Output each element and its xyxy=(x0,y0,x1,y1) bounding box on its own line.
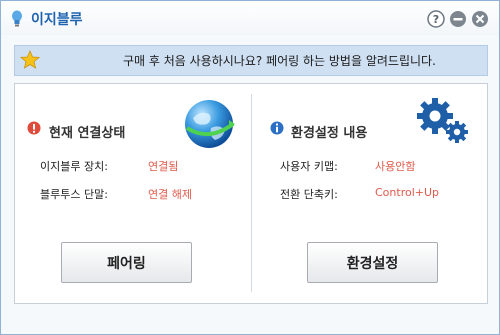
section-divider xyxy=(251,94,252,292)
svg-text:?: ? xyxy=(433,13,439,26)
status-panel: 현재 연결상태 이지블루 장치: 연결됨 블루투스 단말: 연결 해제 페어링 xyxy=(14,83,488,304)
bulb-icon xyxy=(12,10,22,27)
info-icon xyxy=(270,121,284,135)
help-icon[interactable]: ? xyxy=(427,10,445,28)
gear-icon xyxy=(417,98,468,143)
connection-status-heading: 현재 연결상태 xyxy=(49,126,126,141)
close-icon[interactable] xyxy=(471,10,489,28)
pairing-button[interactable]: 페어링 xyxy=(61,242,192,283)
shortcut-value: Control+Up xyxy=(375,186,440,199)
shortcut-label: 전환 단축키: xyxy=(280,188,338,201)
settings-button[interactable]: 환경설정 xyxy=(307,242,438,283)
device-label: 이지블루 장치: xyxy=(40,160,108,173)
window-title: 이지블루 xyxy=(31,12,83,28)
app-window: 이지블루 ? 구매 후 처음 사용하시나요? 페어링 하는 방법을 알려드립니다… xyxy=(0,0,500,335)
first-use-banner[interactable]: 구매 후 처음 사용하시나요? 페어링 하는 방법을 알려드립니다. xyxy=(14,45,488,76)
keymap-label: 사용자 키맵: xyxy=(280,160,338,173)
minimize-icon[interactable] xyxy=(449,10,467,28)
keymap-value: 사용안함 xyxy=(375,160,416,173)
bluetooth-status: 연결 해제 xyxy=(148,188,192,201)
bluetooth-label: 블루투스 단말: xyxy=(40,188,108,201)
title-bar[interactable]: 이지블루 ? xyxy=(1,1,499,35)
alert-icon xyxy=(27,121,41,135)
device-status: 연결됨 xyxy=(148,160,179,173)
star-icon xyxy=(20,50,40,69)
banner-text: 구매 후 처음 사용하시나요? 페어링 하는 방법을 알려드립니다. xyxy=(123,54,436,68)
globe-icon xyxy=(185,100,235,148)
settings-heading: 환경설정 내용 xyxy=(291,126,368,141)
